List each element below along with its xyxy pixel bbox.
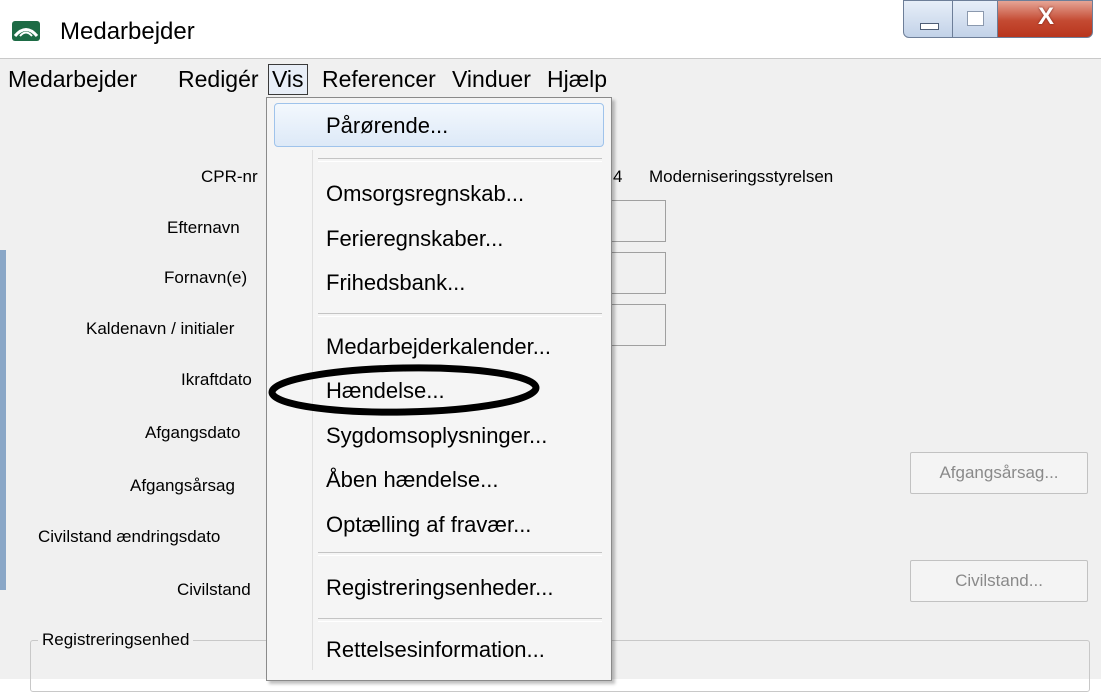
menu-item-rettelsesinformation[interactable]: Rettelsesinformation... bbox=[326, 637, 545, 663]
menu-vinduer[interactable]: Vinduer bbox=[450, 66, 533, 93]
menu-item-aaben-haendelse[interactable]: Åben hændelse... bbox=[326, 467, 498, 493]
menu-item-omsorgsregnskab[interactable]: Omsorgsregnskab... bbox=[326, 181, 524, 207]
menu-separator bbox=[318, 618, 602, 622]
menu-separator bbox=[318, 158, 602, 162]
app-icon bbox=[12, 21, 40, 41]
efternavn-label: Efternavn bbox=[167, 218, 240, 237]
menu-item-frihedsbank[interactable]: Frihedsbank... bbox=[326, 270, 465, 296]
afgangsdato-label: Afgangsdato bbox=[145, 423, 241, 442]
civilstand-label: Civilstand bbox=[177, 580, 251, 599]
civilstand-button[interactable]: Civilstand... bbox=[910, 560, 1088, 602]
menu-item-ferieregnskaber[interactable]: Ferieregnskaber... bbox=[326, 226, 503, 252]
menu-hjaelp[interactable]: Hjælp bbox=[545, 66, 609, 93]
menu-vis[interactable]: Vis bbox=[268, 64, 308, 95]
civilstand-date-label: Civilstand ændringsdato bbox=[38, 527, 221, 546]
registreringsenhed-legend: Registreringsenhed bbox=[38, 630, 194, 650]
menu-separator bbox=[318, 313, 602, 317]
window-controls: X bbox=[903, 0, 1095, 40]
window-title: Medarbejder bbox=[60, 18, 195, 45]
menu-referencer[interactable]: Referencer bbox=[320, 66, 438, 93]
kaldenavn-label: Kaldenavn / initialer bbox=[86, 319, 235, 338]
menu-gutter bbox=[312, 150, 313, 670]
fornavn-label: Fornavn(e) bbox=[164, 268, 248, 287]
institution-name: Moderniseringsstyrelsen bbox=[649, 167, 834, 186]
afgangsaarsag-label: Afgangsårsag bbox=[130, 476, 235, 495]
menu-item-paarorende[interactable]: Pårørende... bbox=[326, 113, 448, 139]
maximize-button[interactable] bbox=[952, 0, 998, 38]
menu-item-registreringsenheder[interactable]: Registreringsenheder... bbox=[326, 575, 553, 601]
menu-separator bbox=[318, 552, 602, 556]
menu-item-haendelse[interactable]: Hændelse... bbox=[326, 378, 445, 404]
menu-bar: Medarbejder Redigér Vis Referencer Vindu… bbox=[0, 58, 1101, 99]
minimize-button[interactable] bbox=[903, 0, 953, 38]
menu-item-sygdomsoplysninger[interactable]: Sygdomsoplysninger... bbox=[326, 423, 547, 449]
window-edge bbox=[0, 250, 6, 590]
afgangsaarsag-button[interactable]: Afgangsårsag... bbox=[910, 452, 1088, 494]
menu-medarbejder[interactable]: Medarbejder bbox=[6, 66, 139, 93]
title-bar: Medarbejder X bbox=[0, 0, 1101, 58]
cpr-label: CPR-nr bbox=[201, 167, 258, 186]
cpr-suffix: 4 bbox=[613, 167, 623, 186]
menu-rediger[interactable]: Redigér bbox=[176, 66, 261, 93]
close-button[interactable]: X bbox=[997, 0, 1093, 38]
menu-item-optaelling[interactable]: Optælling af fravær... bbox=[326, 512, 531, 538]
menu-item-medarbejderkalender[interactable]: Medarbejderkalender... bbox=[326, 334, 551, 360]
ikraftdato-label: Ikraftdato bbox=[181, 370, 252, 389]
minimize-icon bbox=[920, 23, 939, 30]
close-icon: X bbox=[1037, 3, 1054, 30]
maximize-icon bbox=[967, 11, 984, 26]
